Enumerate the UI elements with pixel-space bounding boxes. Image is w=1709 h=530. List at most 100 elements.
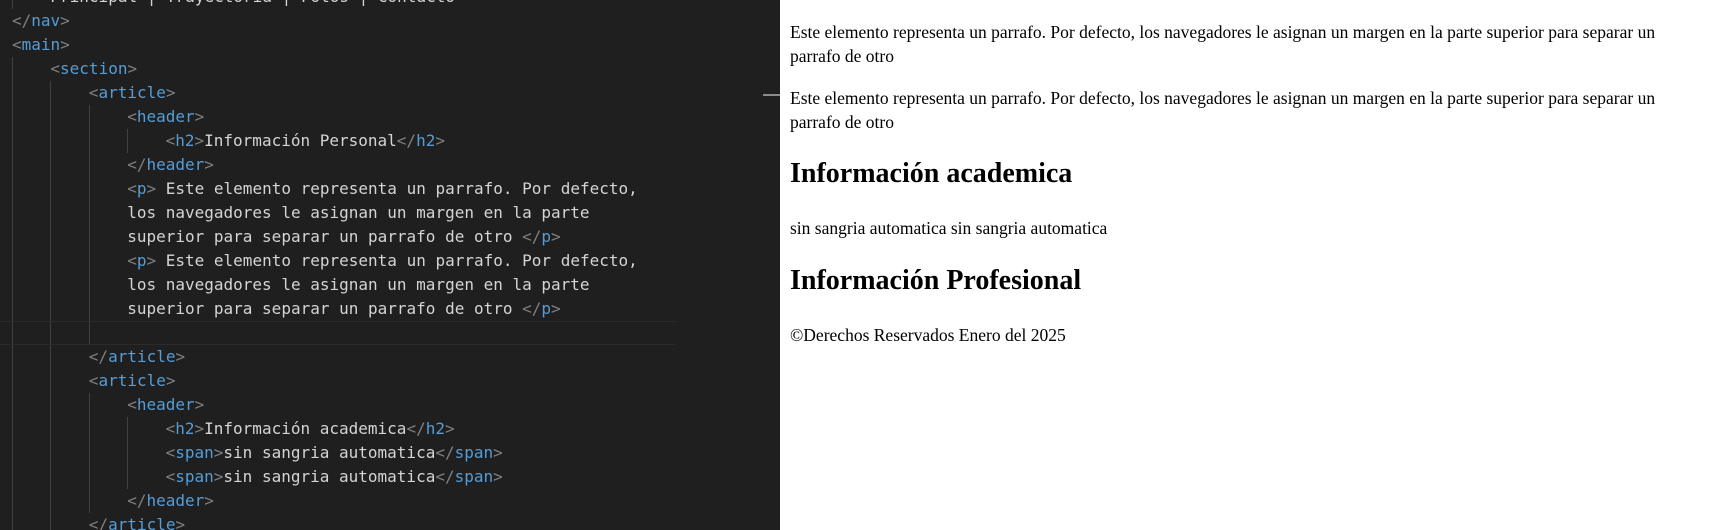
code-line[interactable]: <h2>Información Personal</h2> xyxy=(0,129,780,153)
code-line[interactable]: los navegadores le asignan un margen en … xyxy=(0,201,780,225)
indent-guide xyxy=(50,322,52,344)
indent-guide xyxy=(88,201,90,225)
indent-guide xyxy=(88,273,90,297)
tag-bracket: </ xyxy=(396,131,417,150)
scrollbar-marker[interactable] xyxy=(763,94,780,96)
indent-guide xyxy=(88,322,90,344)
code-line[interactable]: superior para separar un parrafo de otro… xyxy=(0,297,780,321)
code-line[interactable]: <article> xyxy=(0,369,780,393)
indent-guide xyxy=(88,177,90,201)
code-line[interactable]: Principal | Trayectoria | Fotos | Contac… xyxy=(0,0,780,9)
code-line-content: <article> xyxy=(12,369,176,393)
tag-bracket: > xyxy=(60,11,70,30)
code-text: superior para separar un parrafo de otro xyxy=(127,227,523,246)
code-line-content: los navegadores le asignan un margen en … xyxy=(12,273,589,297)
tag-bracket: > xyxy=(146,251,157,270)
code-line[interactable]: los navegadores le asignan un margen en … xyxy=(0,273,780,297)
preview-footer: ©Derechos Reservados Enero del 2025 xyxy=(790,325,1066,345)
indent-guide xyxy=(12,225,13,249)
indent-guide xyxy=(12,105,13,129)
tag-name: header xyxy=(146,155,205,174)
indent-guide xyxy=(88,297,90,321)
tag-name: article xyxy=(108,347,176,366)
indent-guide xyxy=(12,513,13,530)
tag-name: h2 xyxy=(416,131,436,150)
tag-bracket: > xyxy=(213,443,224,462)
tag-name: header xyxy=(146,491,205,510)
indent-guide xyxy=(12,177,13,201)
indent-guide xyxy=(50,393,52,417)
code-text: sin sangria automatica xyxy=(223,443,436,462)
indent-guide xyxy=(50,105,52,129)
tag-name: h2 xyxy=(175,131,195,150)
code-line[interactable]: <span>sin sangria automatica</span> xyxy=(0,441,780,465)
tag-bracket: > xyxy=(146,179,157,198)
code-line[interactable] xyxy=(0,321,675,345)
tag-bracket: </ xyxy=(88,347,109,366)
code-line[interactable]: <h2>Información academica</h2> xyxy=(0,417,780,441)
tag-bracket: > xyxy=(127,59,138,78)
indent-guide xyxy=(12,417,13,441)
indent-guide xyxy=(12,0,13,9)
code-line-content: </nav> xyxy=(12,9,70,33)
indent-guide xyxy=(50,345,52,369)
tag-bracket: < xyxy=(127,251,137,270)
code-line[interactable]: </article> xyxy=(0,345,780,369)
code-line[interactable]: </nav> xyxy=(0,9,780,33)
tag-name: main xyxy=(21,35,61,54)
indent-guide xyxy=(12,441,13,465)
indent-guide xyxy=(50,225,52,249)
code-line[interactable]: </article> xyxy=(0,513,780,530)
code-line[interactable]: <p> Este elemento representa un parrafo.… xyxy=(0,249,780,273)
app-window: Principal | Trayectoria | Fotos | Contac… xyxy=(0,0,1709,530)
indent-guide xyxy=(88,105,90,129)
code-line[interactable]: </header> xyxy=(0,489,780,513)
indent-guide xyxy=(50,153,52,177)
tag-bracket: </ xyxy=(127,155,147,174)
code-line-content: superior para separar un parrafo de otro… xyxy=(12,297,561,321)
code-line-content: <h2>Información Personal</h2> xyxy=(12,129,445,153)
preview-paragraph-2: Este elemento representa un parrafo. Por… xyxy=(790,88,1656,132)
tag-bracket: > xyxy=(165,371,176,390)
code-line[interactable]: <p> Este elemento representa un parrafo.… xyxy=(0,177,780,201)
code-line[interactable]: superior para separar un parrafo de otro… xyxy=(0,225,780,249)
indent-guide xyxy=(12,129,13,153)
indent-guide xyxy=(88,393,90,417)
code-line[interactable]: <section> xyxy=(0,57,780,81)
tag-name: p xyxy=(541,299,552,318)
code-line[interactable]: <header> xyxy=(0,105,780,129)
indent-guide xyxy=(12,345,13,369)
code-line-content: <header> xyxy=(12,393,204,417)
code-line[interactable]: <span>sin sangria automatica</span> xyxy=(0,465,780,489)
indent-guide xyxy=(88,489,90,513)
code-line[interactable]: </header> xyxy=(0,153,780,177)
indent-guide xyxy=(12,81,13,105)
indent-guide xyxy=(50,297,52,321)
tag-bracket: </ xyxy=(88,515,109,530)
indent-guide xyxy=(50,129,52,153)
tag-name: span xyxy=(454,443,494,462)
tag-bracket: > xyxy=(444,419,455,438)
code-line[interactable]: <article> xyxy=(0,81,780,105)
indent-guide xyxy=(88,225,90,249)
indent-guide xyxy=(12,57,13,81)
tag-bracket: > xyxy=(551,227,561,246)
tag-bracket: < xyxy=(165,467,176,486)
code-line[interactable]: <main> xyxy=(0,33,780,57)
tag-bracket: < xyxy=(165,131,176,150)
tag-bracket: > xyxy=(60,35,70,54)
indent-guide xyxy=(88,417,90,441)
tag-bracket: > xyxy=(175,515,186,530)
tag-bracket: < xyxy=(88,371,99,390)
code-line[interactable]: <header> xyxy=(0,393,780,417)
tag-bracket: </ xyxy=(406,419,426,438)
code-line-content: los navegadores le asignan un margen en … xyxy=(12,201,589,225)
indent-guide xyxy=(88,153,90,177)
indent-guide xyxy=(127,465,129,489)
tag-bracket: > xyxy=(435,131,445,150)
code-line-content: </article> xyxy=(12,345,185,369)
code-editor[interactable]: Principal | Trayectoria | Fotos | Contac… xyxy=(0,0,780,530)
code-line-content: <main> xyxy=(12,33,70,57)
code-line-content: </header> xyxy=(12,489,214,513)
tag-name: h2 xyxy=(425,419,445,438)
